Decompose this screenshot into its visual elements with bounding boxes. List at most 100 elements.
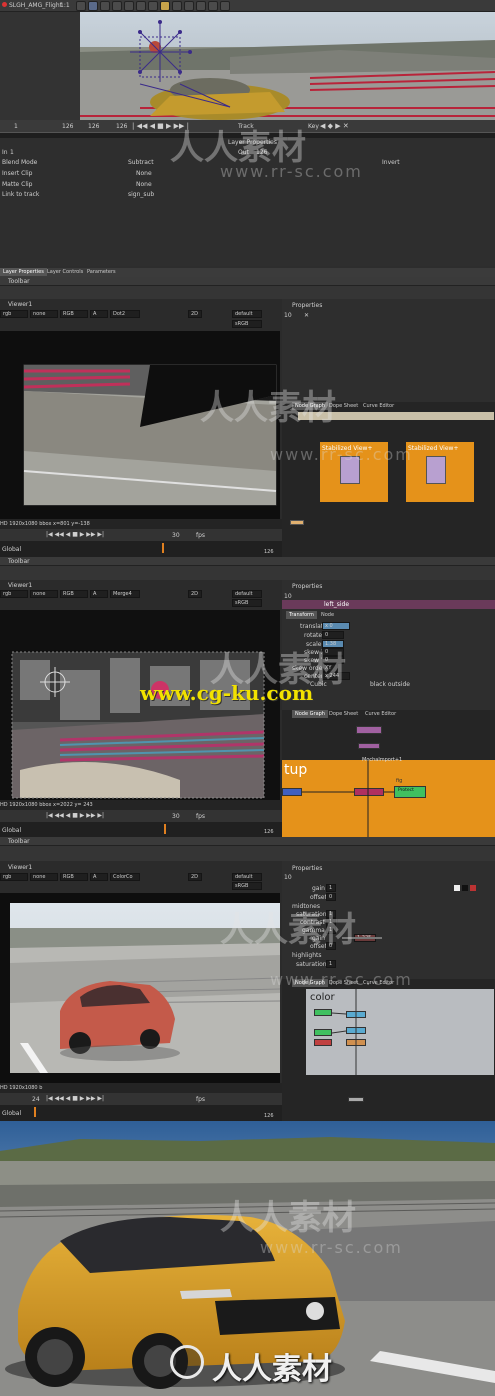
input-b-dropdown-4[interactable]: ColorCo <box>110 873 140 881</box>
backdrop-stabilized-a[interactable]: Stabilized View+ <box>320 442 388 502</box>
tracker-tool-button[interactable] <box>100 1 110 11</box>
properties-count[interactable]: 10 <box>284 312 292 319</box>
crosshair-tool-button[interactable] <box>208 1 218 11</box>
input-b-dropdown-3[interactable]: Merge4 <box>110 590 140 598</box>
tab-layer-properties[interactable]: Layer Properties <box>0 268 47 276</box>
read-node[interactable] <box>290 520 304 525</box>
color-swatch-button[interactable] <box>160 1 170 11</box>
transport-controls-3[interactable]: |◀ ◀◀ ◀ ■ ▶ ▶▶ ▶| <box>46 812 104 819</box>
viewer-node[interactable] <box>348 1097 364 1102</box>
fill-tool-button[interactable] <box>172 1 182 11</box>
highlights-group[interactable]: highlights <box>292 952 322 959</box>
viewer-canvas[interactable] <box>0 331 280 519</box>
tab-layer-controls[interactable]: Layer Controls <box>44 268 86 276</box>
insert-clip-dropdown[interactable]: None <box>136 170 152 177</box>
tab-parameters[interactable]: Parameters <box>84 268 119 276</box>
knob-field-1[interactable]: 0 <box>326 893 336 901</box>
translate-field[interactable]: x 0 <box>322 622 350 630</box>
swatch-red[interactable] <box>470 885 476 891</box>
black-outside-checkbox[interactable]: black outside <box>370 681 410 688</box>
srgb-dropdown-4[interactable]: sRGB <box>232 882 262 890</box>
knob-field-0[interactable]: 1 <box>326 884 336 892</box>
swatch-white[interactable] <box>454 885 460 891</box>
swatch-black[interactable] <box>462 885 468 891</box>
knob-field-7[interactable]: 0 <box>326 942 336 950</box>
overlay-toggle-button[interactable] <box>184 1 194 11</box>
center-field[interactable]: x 244 <box>322 672 350 680</box>
scale-field[interactable]: 1.38 <box>322 640 344 648</box>
alpha-dropdown-4[interactable]: none <box>30 873 58 881</box>
viewer-tab-4[interactable]: Viewer1 <box>8 864 32 871</box>
colorspace-dropdown-4[interactable]: RGB <box>60 873 88 881</box>
midtones-group[interactable]: midtones <box>292 903 320 910</box>
tab-node-graph[interactable]: Node Graph <box>292 402 328 410</box>
node-name[interactable]: left_side <box>324 601 349 608</box>
timeline-bar[interactable]: Global 126 <box>0 541 282 557</box>
zoom-dropdown[interactable]: 1:1 <box>60 2 70 9</box>
lut-dropdown-3[interactable]: default <box>232 590 262 598</box>
colorspace-dropdown-3[interactable]: RGB <box>60 590 88 598</box>
tab-transform[interactable]: Transform <box>286 611 317 619</box>
frame-in[interactable]: 126 <box>62 123 73 130</box>
select-tool-button[interactable] <box>76 1 86 11</box>
link-to-track-dropdown[interactable]: sign_sub <box>128 191 154 198</box>
tab-dope-sheet-4[interactable]: Dope Sheet <box>326 979 361 987</box>
input-a-dropdown-4[interactable]: A <box>90 873 108 881</box>
global-dropdown-3[interactable]: Global <box>2 827 21 834</box>
transform-tool-button[interactable] <box>124 1 134 11</box>
properties-tab-4[interactable]: Properties <box>292 865 322 872</box>
rotate-field[interactable]: 0 <box>322 631 344 639</box>
backdrop-setup[interactable]: tup Mochalmport+1 Protect fig <box>282 757 495 837</box>
channels-dropdown-3[interactable]: rgb <box>0 590 28 598</box>
knob-field-4[interactable]: 1 <box>326 918 336 926</box>
lut-dropdown-4[interactable]: default <box>232 873 262 881</box>
skew-y-field[interactable]: 0 <box>322 656 344 664</box>
global-dropdown[interactable]: Global <box>2 546 21 553</box>
proxy-dropdown[interactable]: 2D <box>188 310 202 318</box>
close-icon[interactable]: ✕ <box>304 312 309 319</box>
frame-end[interactable]: 126 <box>116 123 127 130</box>
backdrop-color[interactable]: color <box>306 989 494 1075</box>
playhead-4[interactable] <box>34 1107 36 1117</box>
keyframe-nav-icons[interactable]: ◀ ◆ ▶ ✕ <box>320 122 349 130</box>
shape-tool-button[interactable] <box>148 1 158 11</box>
invert-checkbox[interactable]: Invert <box>382 159 400 166</box>
frame-out[interactable]: 126 <box>88 123 99 130</box>
alpha-dropdown[interactable]: none <box>30 310 58 318</box>
skew-x-field[interactable]: 0 <box>322 648 344 656</box>
srgb-dropdown[interactable]: sRGB <box>232 320 262 328</box>
in-value[interactable]: 1 <box>10 149 14 156</box>
blend-mode-dropdown[interactable]: Subtract <box>128 159 154 166</box>
input-b-dropdown[interactable]: Dot2 <box>110 310 140 318</box>
tracker-viewer[interactable] <box>80 12 495 120</box>
transport-controls[interactable]: |◀ ◀◀ ◀ ■ ▶ ▶▶ ▶| <box>46 531 104 538</box>
file-name-dropdown[interactable]: SLGH_AMG_Flight <box>9 2 62 9</box>
tab-node-graph-4[interactable]: Node Graph <box>292 979 328 987</box>
viewer-canvas-3[interactable] <box>0 610 280 800</box>
frame-field-4[interactable]: 24 <box>32 1096 40 1103</box>
properties-tab-3[interactable]: Properties <box>292 583 322 590</box>
knob-field-3[interactable]: 1 <box>326 910 336 918</box>
node-mid[interactable] <box>358 743 380 749</box>
frame-start[interactable]: 1 <box>14 123 18 130</box>
frame-field[interactable]: 30 <box>172 532 180 539</box>
node-top[interactable] <box>356 726 382 734</box>
expand-tool-button[interactable] <box>220 1 230 11</box>
proxy-dropdown-3[interactable]: 2D <box>188 590 202 598</box>
pen-tool-button[interactable] <box>112 1 122 11</box>
out-value[interactable]: 126 <box>256 149 267 156</box>
alpha-dropdown-3[interactable]: none <box>30 590 58 598</box>
track-button[interactable]: Track <box>238 123 254 130</box>
skew-order-dropdown[interactable]: XY <box>322 664 338 672</box>
tab-curve-editor[interactable]: Curve Editor <box>360 402 397 410</box>
tab-node-graph-3[interactable]: Node Graph <box>292 710 328 718</box>
tab-dope-sheet-3[interactable]: Dope Sheet <box>326 710 361 718</box>
cursor-tool-button[interactable] <box>88 1 98 11</box>
playhead-3[interactable] <box>164 824 166 834</box>
grid-toggle-button[interactable] <box>196 1 206 11</box>
knob-field-5[interactable]: 1 <box>326 926 336 934</box>
properties-tab[interactable]: Properties <box>292 302 322 309</box>
viewer-tab-3[interactable]: Viewer1 <box>8 582 32 589</box>
timeline-bar-3[interactable]: Global 126 <box>0 822 282 837</box>
tab-node[interactable]: Node <box>318 611 337 619</box>
